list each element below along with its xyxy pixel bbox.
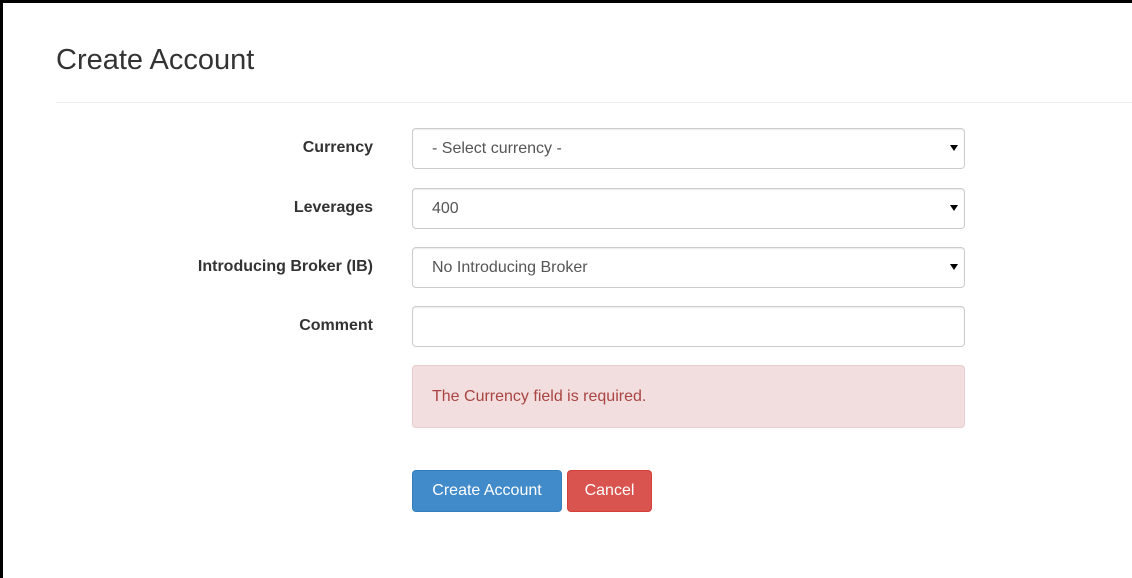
comment-input[interactable] xyxy=(412,306,965,347)
title-divider xyxy=(56,102,1132,103)
comment-label: Comment xyxy=(299,317,373,334)
alert-message: The Currency field is required. xyxy=(432,388,647,405)
validation-alert: The Currency field is required. xyxy=(412,365,965,428)
currency-select[interactable]: - Select currency - xyxy=(412,128,965,169)
leverages-select-value: 400 xyxy=(432,200,459,217)
currency-select-value: - Select currency - xyxy=(432,140,562,157)
leverages-label: Leverages xyxy=(293,199,373,216)
chevron-down-icon xyxy=(950,264,958,270)
ib-select-value: No Introducing Broker xyxy=(432,259,588,276)
ib-label: Introducing Broker (IB) xyxy=(197,258,373,275)
currency-label: Currency xyxy=(302,139,373,156)
chevron-down-icon xyxy=(950,145,958,151)
ib-select[interactable]: No Introducing Broker xyxy=(412,247,965,288)
window-frame: Create Account Currency - Select currenc… xyxy=(0,0,1132,578)
cancel-button[interactable]: Cancel xyxy=(567,470,652,512)
create-account-button[interactable]: Create Account xyxy=(412,470,562,512)
page-title: Create Account xyxy=(56,44,255,76)
leverages-select[interactable]: 400 xyxy=(412,188,965,229)
chevron-down-icon xyxy=(950,205,958,211)
